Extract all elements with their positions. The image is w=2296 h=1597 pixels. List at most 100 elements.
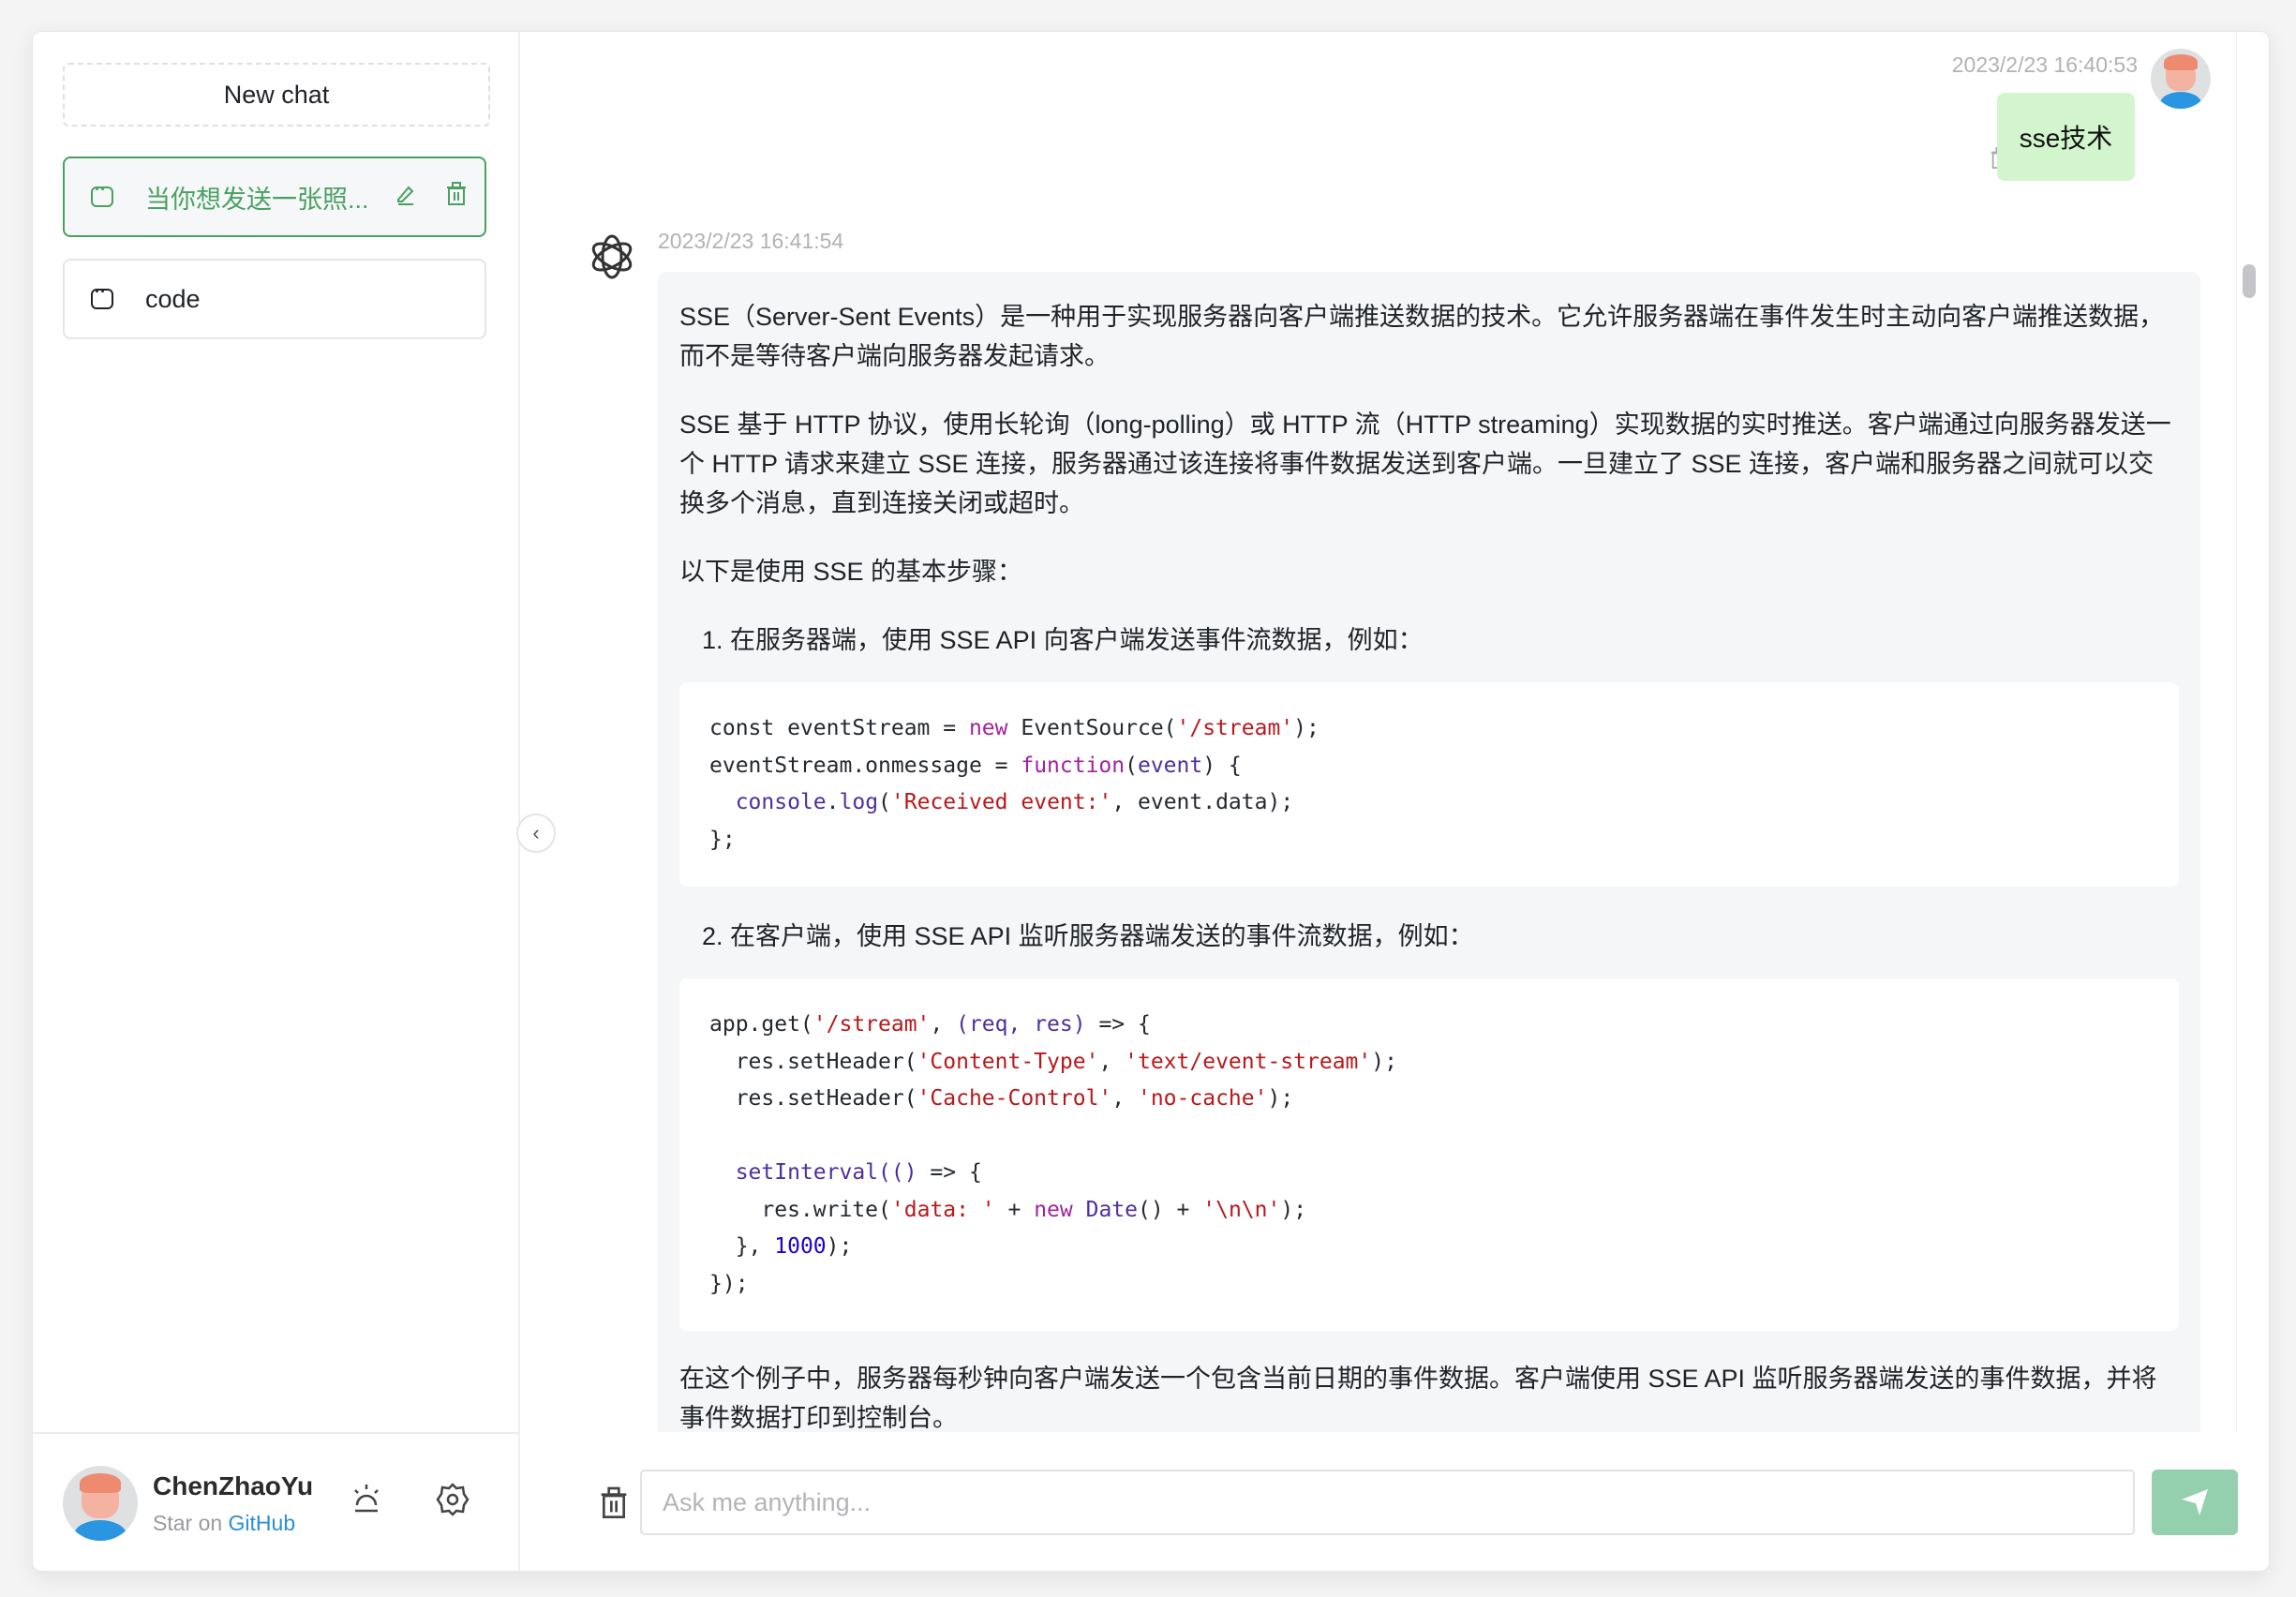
trash-icon[interactable] [445,181,468,213]
app-window: New chat 当你想发送一张照... code ChenZhaoYu Sta… [32,31,2270,1572]
openai-logo-icon [586,231,638,288]
code-token: 1000 [774,1234,827,1259]
paragraph: 在这个例子中，服务器每秒钟向客户端发送一个包含当前日期的事件数据。客户端使用 S… [679,1365,2157,1432]
new-chat-button[interactable]: New chat [63,63,490,127]
list-item: 2. 在客户端，使用 SSE API 监听服务器端发送的事件流数据，例如： [702,922,1474,950]
code-line: }, 1000); [709,1229,2149,1266]
chat-main: 2023/2/23 16:40:53 sse技术 2023/2/23 16:41… [520,32,2269,1571]
code-token: function [1021,753,1126,778]
scrollbar-thumb[interactable] [2243,264,2256,298]
chat-input[interactable] [640,1470,2135,1535]
code-token: , event.data); [1111,790,1294,814]
code-token: res.setHeader( [709,1049,917,1074]
ai-message-timestamp: 2023/2/23 16:41:54 [658,229,844,253]
code-block: const eventStream = new EventSource('/st… [679,682,2179,887]
code-token: }, [709,1234,775,1259]
code-token: 'no-cache' [1137,1086,1268,1111]
code-token: ); [1280,1197,1307,1222]
code-token: '/stream' [813,1012,931,1037]
user-avatar[interactable] [63,1466,138,1541]
history-item-active[interactable]: 当你想发送一张照... [63,157,486,237]
chat-icon [91,180,113,207]
code-token: eventStream.onmessage = [709,753,1021,778]
code-line: app.get('/stream', (req, res) => { [709,1007,2149,1044]
code-token: => { [917,1160,982,1185]
code-token: ); [1267,1086,1294,1111]
paragraph: SSE 基于 HTTP 协议，使用长轮询（long-polling）或 HTTP… [679,410,2171,517]
code-token: , [1098,1049,1126,1074]
code-line: res.setHeader('Content-Type', 'text/even… [709,1044,2149,1082]
code-token: => { [1085,1012,1151,1037]
paragraph: SSE（Server-Sent Events）是一种用于实现服务器向客户端推送数… [679,303,2165,370]
chevron-left-icon: ‹ [532,821,540,844]
code-token: event [1137,753,1203,778]
edit-icon[interactable] [395,183,417,212]
code-line: res.write('data: ' + new Date() + '\n\n'… [709,1192,2149,1230]
code-token: new [1034,1197,1073,1222]
list-item: 1. 在服务器端，使用 SSE API 向客户端发送事件流数据，例如： [702,626,1424,654]
code-line: console.log('Received event:', event.dat… [709,784,2149,822]
code-token: 'Cache-Control' [917,1086,1112,1111]
code-token: ); [1293,716,1319,740]
code-token: setInterval(() [735,1160,917,1185]
chat-icon [91,282,113,309]
user-message-avatar [2151,49,2211,109]
code-token: '\n\n' [1202,1197,1281,1222]
gear-icon[interactable] [434,1481,471,1527]
code-token: app.get( [709,1012,813,1037]
clear-chat-icon[interactable] [599,1486,629,1525]
code-line: const eventStream = new EventSource('/st… [709,710,2149,748]
code-token: 'text/event-stream' [1125,1049,1372,1074]
code-token: , [930,1012,957,1037]
code-token: ); [826,1234,853,1259]
code-token: EventSource( [1007,716,1177,740]
code-token: console [735,790,827,814]
code-token: . [826,790,840,814]
code-token: ); [1371,1049,1397,1074]
code-token: 'Content-Type' [917,1049,1099,1074]
user-name: ChenZhaoYu [153,1471,314,1500]
code-token: new [968,716,1008,740]
code-token: res.write( [709,1197,891,1222]
code-token: ) { [1202,753,1242,778]
code-token: const eventStream = [709,716,969,740]
code-token: Date [1085,1197,1138,1222]
code-token: () + [1138,1197,1203,1222]
star-on-github: Star on GitHub [153,1511,295,1536]
code-token: '/stream' [1176,716,1294,740]
send-icon [2182,1489,2208,1515]
code-line: eventStream.onmessage = function(event) … [709,748,2149,785]
code-token: }); [709,1271,749,1296]
history-item-label: code [145,284,201,313]
star-prefix: Star on [153,1511,223,1535]
code-line: }; [709,822,2149,859]
collapse-sidebar-button[interactable]: ‹ [516,813,556,853]
user-message-bubble: sse技术 [1997,93,2135,181]
sidebar: New chat 当你想发送一张照... code ChenZhaoYu Sta… [33,32,520,1571]
code-token: res.setHeader( [709,1086,917,1111]
code-token: + [994,1197,1035,1222]
code-token: 'Received event:' [890,790,1112,814]
code-line: res.setHeader('Cache-Control', 'no-cache… [709,1081,2149,1118]
history-item-label: 当你想发送一张照... [145,185,369,214]
github-link[interactable]: GitHub [229,1511,296,1535]
sun-icon[interactable] [348,1481,385,1527]
code-block: app.get('/stream', (req, res) => { res.s… [679,978,2179,1331]
send-button[interactable] [2152,1470,2238,1535]
user-message-timestamp: 2023/2/23 16:40:53 [1951,52,2138,77]
code-token: }; [709,827,736,852]
code-token: ( [1125,753,1138,778]
paragraph: 以下是使用 SSE 的基本步骤： [679,558,1023,586]
message-list: 2023/2/23 16:40:53 sse技术 2023/2/23 16:41… [520,32,2269,1432]
ai-message-bubble: SSE（Server-Sent Events）是一种用于实现服务器向客户端推送数… [658,272,2200,1432]
code-token: , [1111,1086,1138,1111]
code-token: log [839,790,879,814]
scrollbar-track [2236,32,2269,1432]
history-item[interactable]: code [63,259,486,339]
code-token: 'data: ' [890,1197,995,1222]
code-token: (req, res) [956,1012,1086,1037]
